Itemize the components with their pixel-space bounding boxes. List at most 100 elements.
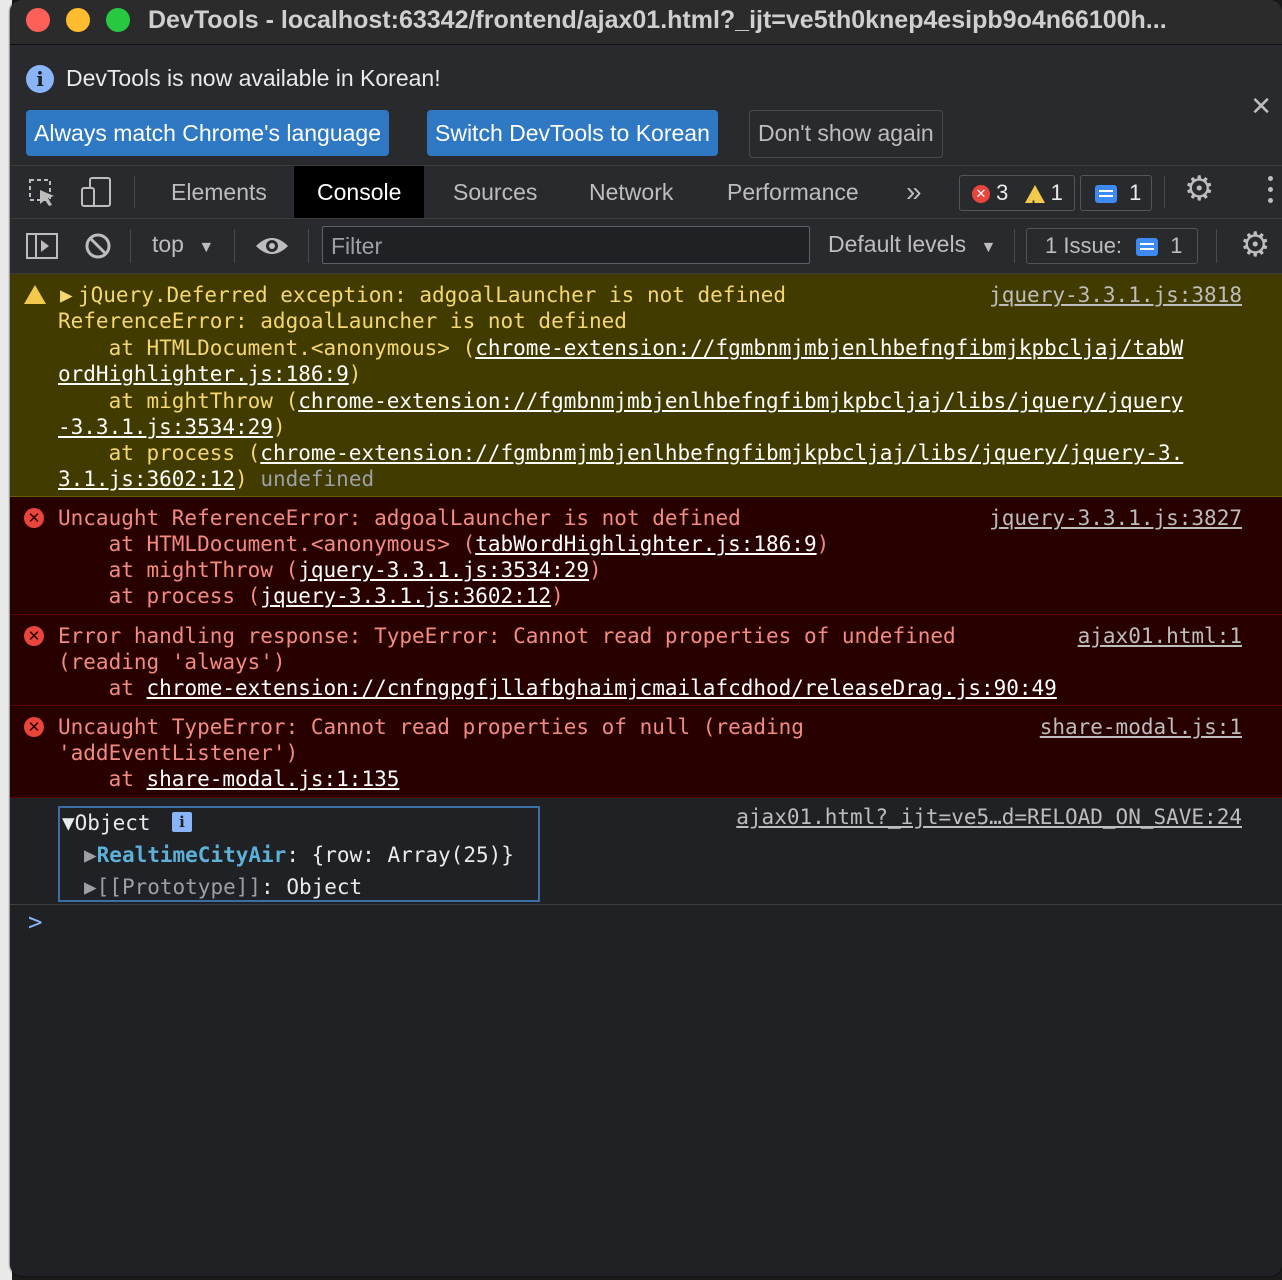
stack-link[interactable]: -3.3.1.js:3534:29 bbox=[58, 415, 273, 439]
console-error-entry: ✕ Uncaught ReferenceError: adgoalLaunche… bbox=[10, 497, 1282, 615]
close-window-button[interactable] bbox=[26, 8, 50, 32]
divider bbox=[130, 229, 131, 263]
stack-frame: at process (chrome-extension://fgmbnmjmb… bbox=[58, 440, 1184, 466]
stack-frame: at HTMLDocument.<anonymous> (chrome-exte… bbox=[58, 335, 1184, 361]
console-error-entry: ✕ Uncaught TypeError: Cannot read proper… bbox=[10, 706, 1282, 798]
error-icon: ✕ bbox=[24, 717, 44, 737]
console-error-entry: ✕ Error handling response: TypeError: Ca… bbox=[10, 615, 1282, 706]
issues-count: 1 bbox=[1170, 233, 1183, 258]
stack-frame: at share-modal.js:1:135 bbox=[58, 766, 400, 792]
stack-frame-cont: -3.3.1.js:3534:29) bbox=[58, 415, 286, 439]
message-icon bbox=[1136, 238, 1159, 257]
frame-prefix: at HTMLDocument.<anonymous> ( bbox=[58, 336, 476, 360]
error-message-cont: (reading 'always') bbox=[58, 650, 286, 674]
undefined-value: undefined bbox=[260, 467, 375, 491]
errors-count: 3 bbox=[996, 180, 1009, 205]
inspect-element-icon[interactable] bbox=[28, 178, 58, 208]
language-infobar: i DevTools is now available in Korean! ✕… bbox=[10, 45, 1282, 166]
stack-line: ReferenceError: adgoalLauncher is not de… bbox=[58, 309, 627, 333]
tab-performance[interactable]: Performance bbox=[727, 166, 859, 218]
device-toolbar-icon[interactable] bbox=[80, 176, 114, 210]
frame-prefix: at bbox=[58, 676, 147, 700]
warning-icon: ! bbox=[1024, 185, 1045, 212]
error-icon: ✕ bbox=[24, 626, 44, 646]
object-property[interactable]: ▶RealtimeCityAir: {row: Array(25)} bbox=[84, 842, 514, 868]
source-link[interactable]: jquery-3.3.1.js:3818 bbox=[989, 282, 1242, 308]
source-link[interactable]: jquery-3.3.1.js:3827 bbox=[989, 505, 1242, 531]
log-levels-dropdown[interactable]: Default levels ▼ bbox=[828, 231, 996, 258]
dont-show-again-button[interactable]: Don't show again bbox=[749, 110, 943, 158]
window-title: DevTools - localhost:63342/frontend/ajax… bbox=[148, 6, 1167, 34]
stack-link[interactable]: share-modal.js:1:135 bbox=[147, 767, 400, 791]
tab-network[interactable]: Network bbox=[589, 166, 673, 218]
log-source-link[interactable]: ajax01.html?_ijt=ve5…d=RELOAD_ON_SAVE:24 bbox=[736, 804, 1242, 830]
console-toolbar: top ▼ Filter Default levels ▼ 1 Issue: 1… bbox=[10, 219, 1282, 274]
frame-prefix: at process ( bbox=[58, 584, 261, 608]
divider bbox=[10, 904, 1282, 905]
stack-link[interactable]: jquery-3.3.1.js:3602:12 bbox=[260, 584, 551, 608]
expand-arrow-icon[interactable]: ▶ bbox=[60, 282, 73, 308]
issues-label: 1 Issue: bbox=[1045, 233, 1123, 258]
message-icon bbox=[1095, 185, 1117, 204]
divider bbox=[234, 229, 235, 263]
stack-link[interactable]: jquery-3.3.1.js:3534:29 bbox=[298, 558, 589, 582]
object-log-entry: ▼Object i ▶RealtimeCityAir: {row: Array(… bbox=[58, 806, 540, 902]
stack-link[interactable]: tabWordHighlighter.js:186:9 bbox=[475, 532, 816, 556]
more-options-icon[interactable] bbox=[1268, 176, 1274, 209]
dropdown-arrow-icon: ▼ bbox=[980, 239, 997, 256]
error-message[interactable]: Uncaught TypeError: Cannot read properti… bbox=[58, 714, 804, 740]
stack-link[interactable]: ordHighlighter.js:186:9 bbox=[58, 362, 349, 386]
stack-link[interactable]: chrome-extension://fgmbnmjmbjenlhbefngfi… bbox=[260, 441, 1183, 465]
expand-arrow-icon: ▶ bbox=[84, 843, 97, 867]
settings-gear-icon[interactable]: ⚙ bbox=[1184, 169, 1214, 209]
minimize-window-button[interactable] bbox=[66, 8, 90, 32]
switch-to-korean-button[interactable]: Switch DevTools to Korean bbox=[427, 110, 718, 156]
expand-arrow-icon: ▶ bbox=[84, 875, 97, 899]
more-tabs-chevron-icon[interactable]: » bbox=[906, 166, 922, 218]
stack-frame: at HTMLDocument.<anonymous> (tabWordHigh… bbox=[58, 532, 830, 556]
always-match-language-button[interactable]: Always match Chrome's language bbox=[26, 110, 389, 156]
divider bbox=[134, 176, 135, 208]
infobar-message: DevTools is now available in Korean! bbox=[66, 65, 441, 91]
stack-link[interactable]: chrome-extension://fgmbnmjmbjenlhbefngfi… bbox=[475, 336, 1183, 360]
issues-button[interactable]: 1 Issue: 1 bbox=[1026, 228, 1198, 264]
filter-input[interactable]: Filter bbox=[322, 226, 810, 264]
warning-message[interactable]: jQuery.Deferred exception: adgoalLaunche… bbox=[78, 282, 786, 308]
tab-console[interactable]: Console bbox=[294, 166, 425, 218]
messages-badge[interactable]: 1 bbox=[1080, 175, 1152, 211]
close-icon[interactable]: ✕ bbox=[1250, 91, 1272, 122]
console-output: ▶ jQuery.Deferred exception: adgoalLaunc… bbox=[10, 274, 1282, 1276]
frame-prefix: at mightThrow ( bbox=[58, 558, 299, 582]
error-message[interactable]: Error handling response: TypeError: Cann… bbox=[58, 623, 956, 649]
console-prompt[interactable]: > bbox=[28, 908, 42, 936]
source-link[interactable]: ajax01.html:1 bbox=[1078, 623, 1242, 649]
stack-link[interactable]: 3.1.js:3602:12 bbox=[58, 467, 235, 491]
divider bbox=[308, 229, 309, 263]
console-warning-entry: ▶ jQuery.Deferred exception: adgoalLaunc… bbox=[10, 274, 1282, 497]
object-expander[interactable]: ▼Object bbox=[62, 810, 151, 836]
maximize-window-button[interactable] bbox=[106, 8, 130, 32]
title-bar: DevTools - localhost:63342/frontend/ajax… bbox=[10, 0, 1282, 45]
stack-frame: at mightThrow (jquery-3.3.1.js:3534:29) bbox=[58, 558, 602, 582]
errors-warnings-badge[interactable]: ✕ 3 ! 1 bbox=[959, 175, 1075, 212]
tab-sources[interactable]: Sources bbox=[453, 166, 537, 218]
messages-count: 1 bbox=[1129, 180, 1142, 205]
stack-link[interactable]: chrome-extension://cnfngpgfjllafbghaimjc… bbox=[147, 676, 1057, 700]
live-expression-eye-icon[interactable] bbox=[254, 234, 290, 258]
tab-elements[interactable]: Elements bbox=[171, 166, 267, 218]
error-icon: ✕ bbox=[972, 185, 990, 204]
stack-link[interactable]: chrome-extension://fgmbnmjmbjenlhbefngfi… bbox=[298, 389, 1183, 413]
stack-frame: at chrome-extension://cnfngpgfjllafbghai… bbox=[58, 675, 1057, 701]
info-icon[interactable]: i bbox=[172, 812, 192, 832]
property-key: [[Prototype]] bbox=[96, 875, 262, 899]
property-value: {row: Array(25)} bbox=[311, 843, 514, 867]
object-property[interactable]: ▶[[Prototype]]: Object bbox=[84, 874, 362, 900]
sidebar-toggle-icon[interactable] bbox=[26, 233, 58, 259]
stack-frame: at mightThrow (chrome-extension://fgmbnm… bbox=[58, 388, 1184, 414]
frame-prefix: at process ( bbox=[58, 441, 261, 465]
console-settings-gear-icon[interactable]: ⚙ bbox=[1240, 225, 1270, 265]
source-link[interactable]: share-modal.js:1 bbox=[1040, 714, 1242, 740]
context-selector[interactable]: top ▼ bbox=[152, 231, 214, 258]
clear-console-icon[interactable] bbox=[84, 232, 112, 260]
error-message[interactable]: Uncaught ReferenceError: adgoalLauncher … bbox=[58, 505, 741, 531]
